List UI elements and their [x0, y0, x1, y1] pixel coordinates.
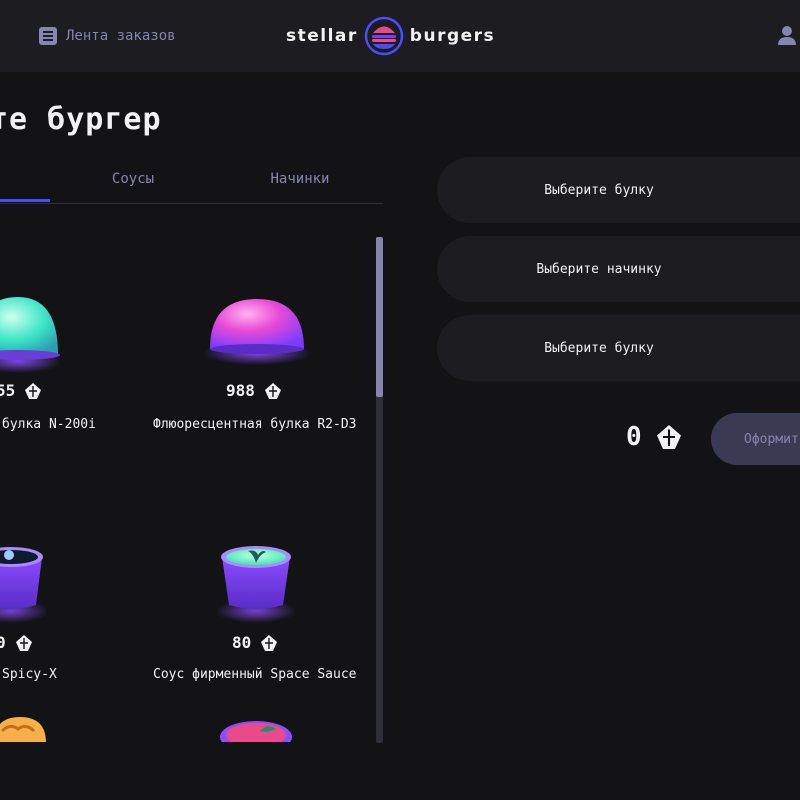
- currency-icon: [264, 382, 281, 399]
- ingredient-image-partial: [220, 721, 292, 742]
- ingredient-price: 988: [226, 381, 283, 400]
- bottom-bun-slot[interactable]: Выберите булку: [437, 315, 800, 381]
- ingredient-list: 55 булка N-200i 988 Флюоресцентная булка…: [0, 235, 375, 742]
- order-total-value: 0: [626, 422, 642, 452]
- top-bun-slot[interactable]: Выберите булку: [437, 157, 800, 223]
- tab-mains[interactable]: Начинки: [245, 156, 355, 203]
- order-feed-link[interactable]: Лента заказов: [38, 24, 176, 48]
- order-total: 0: [626, 422, 684, 452]
- bun-pink-image: [203, 299, 311, 365]
- filling-slot[interactable]: Выберите начинку: [437, 236, 800, 302]
- app-header: Лента заказов stellar burgers: [0, 0, 800, 72]
- logo-word-left: stellar: [286, 26, 358, 46]
- place-order-button[interactable]: Оформит: [711, 413, 800, 465]
- page-title: те бургер: [0, 102, 162, 137]
- ingredient-scrollbar-thumb[interactable]: [376, 237, 383, 397]
- bottom-bun-placeholder: Выберите булку: [544, 340, 654, 356]
- order-feed-label: Лента заказов: [66, 28, 176, 44]
- currency-icon: [656, 425, 681, 449]
- sauce-spicy-image: [0, 547, 46, 623]
- ingredient-name: Соус фирменный Space Sauce: [153, 667, 357, 682]
- filling-placeholder: Выберите начинку: [536, 261, 662, 277]
- ingredient-card[interactable]: 80 Соус фирменный Space Sauce: [150, 535, 370, 695]
- profile-icon[interactable]: [776, 24, 798, 46]
- tab-sauces[interactable]: Соусы: [80, 156, 186, 203]
- bun-teal-image: [0, 297, 60, 373]
- currency-icon: [25, 382, 42, 399]
- currency-icon: [261, 634, 278, 651]
- logo-word-right: burgers: [409, 26, 496, 46]
- tab-buns-active-indicator[interactable]: [0, 199, 50, 202]
- ingredient-tabs: Соусы Начинки: [0, 156, 383, 204]
- sauce-space-image: [216, 546, 296, 623]
- ingredient-card[interactable]: 0 Spicy-X: [0, 535, 130, 695]
- ingredient-card[interactable]: 55 булка N-200i: [0, 235, 130, 445]
- ingredient-price: 55: [0, 381, 43, 400]
- ingredient-name: Флюоресцентная булка R2-D3: [153, 417, 357, 432]
- ingredient-price: 0: [0, 633, 34, 652]
- ingredient-name: Spicy-X: [2, 667, 57, 682]
- ingredient-name: булка N-200i: [2, 417, 96, 432]
- top-bun-placeholder: Выберите булку: [544, 182, 654, 198]
- currency-icon: [15, 634, 32, 651]
- ingredient-image-partial: [0, 717, 46, 742]
- list-icon: [39, 27, 57, 45]
- ingredient-card[interactable]: 988 Флюоресцентная булка R2-D3: [150, 235, 370, 445]
- logo[interactable]: stellar burgers: [286, 14, 495, 58]
- ingredient-price: 80: [232, 633, 279, 652]
- burger-logo-icon: [364, 16, 404, 56]
